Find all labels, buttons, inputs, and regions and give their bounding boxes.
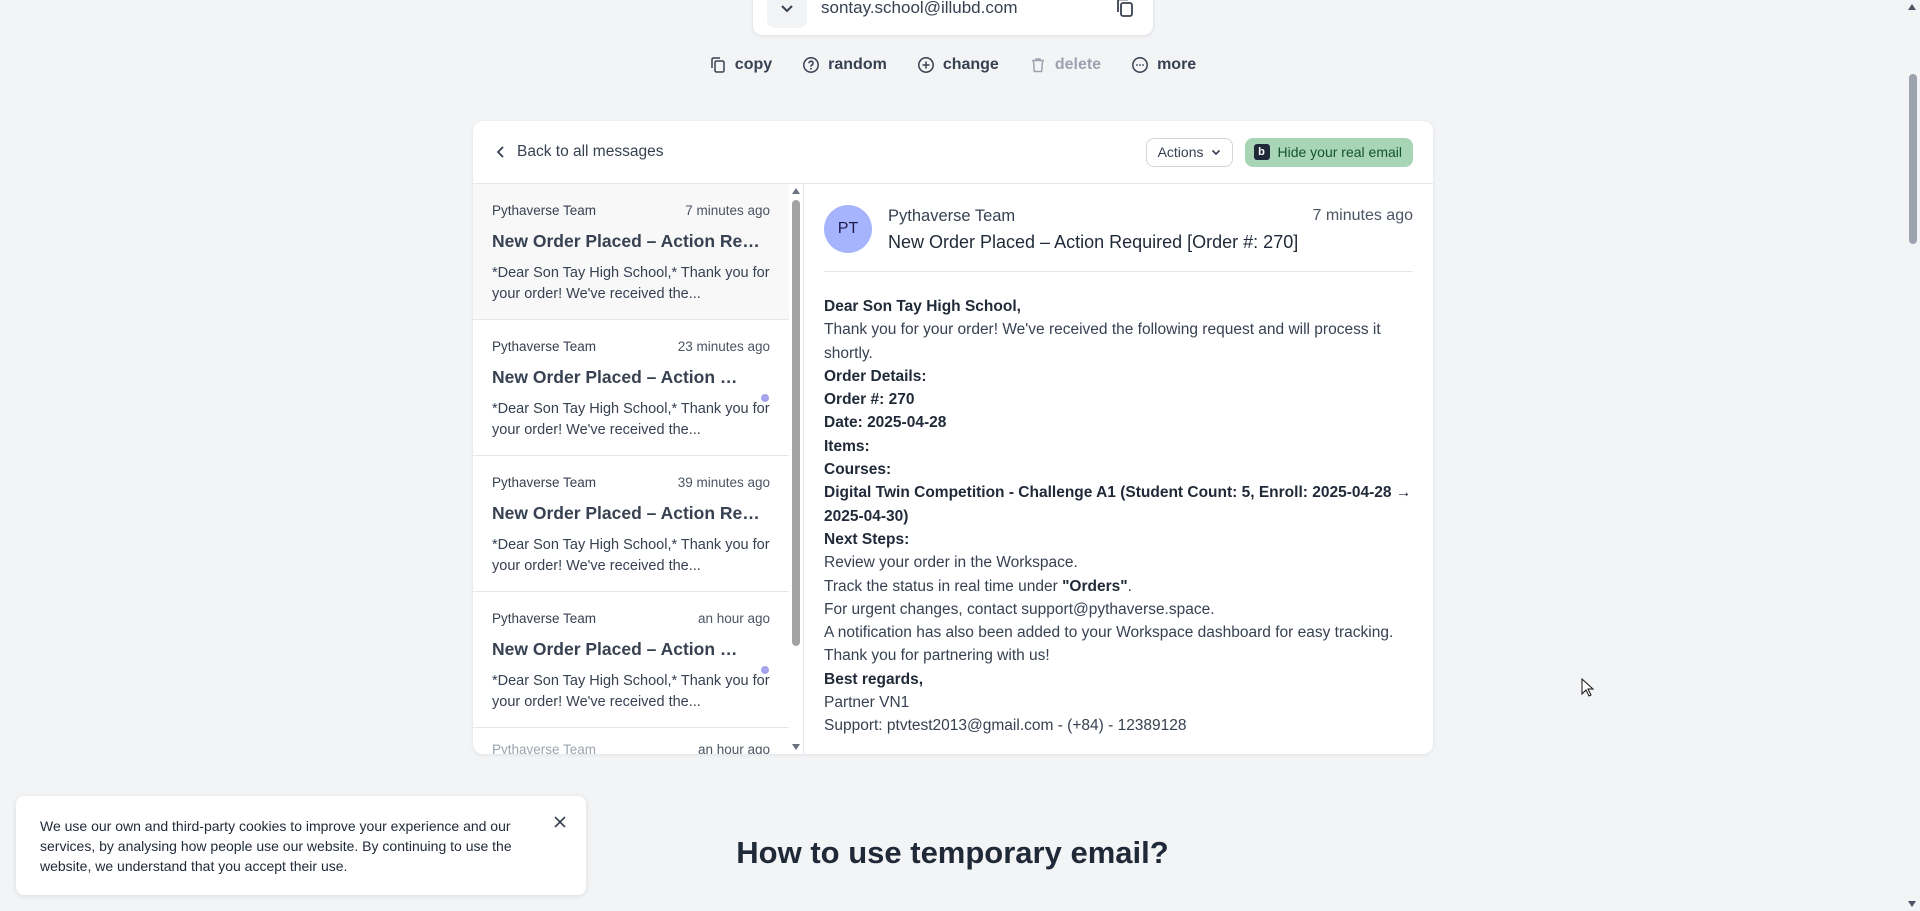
actions-label: Actions (1157, 144, 1204, 160)
reader-time: 7 minutes ago (1312, 207, 1413, 224)
courses-heading: Courses: (824, 461, 892, 479)
message-time: an hour ago (697, 611, 770, 626)
step-track: Track the status in real time under "Ord… (824, 575, 1413, 598)
order-details-heading: Order Details: (824, 367, 927, 385)
back-to-messages-link[interactable]: Back to all messages (495, 143, 663, 161)
page-scrollbar[interactable] (1905, 0, 1920, 911)
message-preview: *Dear Son Tay High School,* Thank you fo… (492, 537, 770, 574)
more-circle-icon (1132, 57, 1149, 73)
scroll-up-arrow-icon[interactable] (792, 188, 800, 194)
delete-button[interactable]: delete (1029, 56, 1101, 74)
message-sender: Pythaverse Team (492, 339, 597, 354)
hide-real-email-button[interactable]: b Hide your real email (1244, 137, 1413, 167)
chevron-down-icon (781, 5, 793, 13)
mouse-cursor-icon (1581, 678, 1595, 697)
card-header: Back to all messages Actions b Hide your… (473, 121, 1433, 184)
items-heading: Items: (824, 437, 870, 455)
cookie-banner: We use our own and third-party cookies t… (16, 796, 586, 895)
inbox-card: Back to all messages Actions b Hide your… (473, 121, 1433, 754)
unread-dot (761, 394, 769, 402)
scroll-down-arrow-icon[interactable] (792, 744, 800, 750)
course-line: Digital Twin Competition - Challenge A1 … (824, 484, 1412, 525)
random-label: random (828, 56, 887, 73)
message-subject: New Order Placed – Action Required [Orde… (492, 231, 764, 251)
cookie-text: We use our own and third-party cookies t… (40, 818, 512, 874)
trash-icon (1031, 58, 1044, 73)
reader-header: PT Pythaverse Team New Order Placed – Ac… (824, 204, 1413, 272)
random-button[interactable]: random (802, 56, 887, 74)
support-line: Support: ptvtest2013@gmail.com - (+84) -… (824, 717, 1187, 735)
chevron-left-icon (496, 146, 504, 158)
reader-sender: Pythaverse Team (888, 207, 1016, 225)
orders-keyword: "Orders" (1062, 577, 1128, 595)
order-number: Order #: 270 (824, 391, 915, 409)
message-list-item[interactable]: Pythaverse Team 23 minutes ago New Order … (473, 320, 790, 456)
change-button[interactable]: change (917, 56, 999, 74)
message-sender: Pythaverse Team (492, 611, 597, 626)
scrollbar-thumb[interactable] (1909, 74, 1917, 244)
message-body: Dear Son Tay High School, Thank you for … (824, 272, 1413, 738)
scroll-down-arrow-icon[interactable] (1908, 901, 1916, 907)
order-date: Date: 2025-04-28 (824, 414, 947, 432)
more-button[interactable]: more (1131, 56, 1196, 74)
signature: Partner VN1 (824, 694, 910, 712)
back-label: Back to all messages (517, 143, 664, 160)
message-list-item[interactable]: Pythaverse Team 7 minutes ago New Order P… (473, 184, 790, 320)
step-contact: For urgent changes, contact support@pyth… (824, 600, 1215, 618)
delete-label: delete (1054, 56, 1102, 73)
scrollbar-thumb[interactable] (792, 200, 800, 646)
message-time: an hour ago (697, 742, 770, 754)
message-preview: *Dear Son Tay High School,* Thank you fo… (492, 673, 770, 710)
message-sender: Pythaverse Team (492, 203, 597, 218)
more-label: more (1157, 56, 1197, 73)
unread-dot (761, 666, 769, 674)
scroll-up-arrow-icon[interactable] (1908, 4, 1916, 10)
thanks-text: Thank you for partnering with us! (824, 647, 1050, 665)
regards-text: Best regards, (824, 670, 924, 688)
step-track-post: . (1127, 577, 1132, 595)
message-subject: New Order Placed – Action Required (492, 639, 748, 659)
reader-subject: New Order Placed – Action Required [Orde… (888, 232, 1299, 252)
message-list-item[interactable]: Pythaverse Team 39 minutes ago New Order … (473, 456, 790, 592)
copy-label: copy (734, 56, 773, 73)
copy-button[interactable]: copy (709, 56, 772, 74)
brand-logo-icon: b (1253, 144, 1270, 160)
plus-circle-icon (917, 57, 934, 73)
message-time: 23 minutes ago (677, 339, 770, 354)
greeting: Dear Son Tay High School, (824, 298, 1021, 315)
change-label: change (942, 56, 999, 73)
step-track-pre: Track the status in real time under (824, 577, 1063, 595)
close-icon[interactable] (553, 814, 567, 828)
message-subject: New Order Placed – Action Required (492, 503, 764, 523)
notification-text: A notification has also been added to yo… (824, 624, 1394, 642)
message-time: 7 minutes ago (685, 203, 770, 218)
message-list-item[interactable]: Pythaverse Team an hour ago New Order Pla… (473, 592, 790, 728)
step-review: Review your order in the Workspace. (824, 554, 1078, 572)
email-toolbar: copy random change delete more (0, 56, 1905, 74)
email-dropdown-button[interactable] (767, 0, 807, 28)
message-sender: Pythaverse Team (492, 475, 597, 490)
copy-icon (711, 57, 725, 73)
next-steps-heading: Next Steps: (824, 530, 910, 548)
message-reader: PT Pythaverse Team New Order Placed – Ac… (804, 184, 1433, 754)
message-list: Pythaverse Team 7 minutes ago New Order P… (473, 184, 804, 754)
hide-label: Hide your real email (1277, 144, 1403, 160)
question-circle-icon (803, 57, 820, 73)
chevron-down-icon (1211, 149, 1220, 156)
email-address[interactable]: sontay.school@illubd.com (821, 0, 1111, 18)
copy-icon[interactable] (1111, 0, 1139, 22)
message-time: 39 minutes ago (677, 475, 770, 490)
avatar: PT (824, 205, 872, 253)
message-preview: *Dear Son Tay High School,* Thank you fo… (492, 401, 770, 438)
intro-text: Thank you for your order! We've received… (824, 321, 1381, 362)
actions-dropdown[interactable]: Actions (1145, 137, 1233, 167)
message-list-item[interactable]: Pythaverse Team an hour ago (473, 728, 790, 754)
message-list-scrollbar[interactable] (789, 184, 803, 754)
message-preview: *Dear Son Tay High School,* Thank you fo… (492, 265, 770, 302)
email-address-box: sontay.school@illubd.com (752, 0, 1154, 36)
message-sender: Pythaverse Team (492, 742, 597, 754)
message-subject: New Order Placed – Action Required (492, 367, 748, 387)
